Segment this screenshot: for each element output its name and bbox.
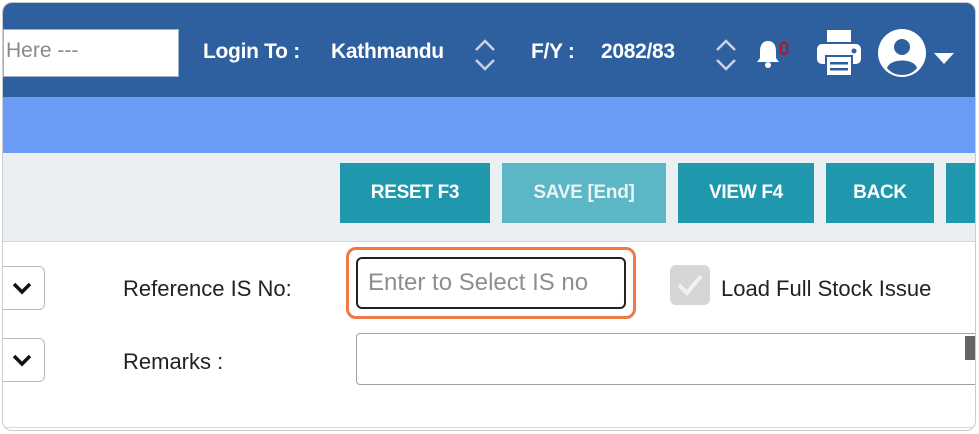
reference-is-label: Reference IS No: (123, 276, 292, 301)
back-button[interactable]: BACK (826, 163, 934, 223)
action-toolbar: RESET F3 SAVE [End] VIEW F4 BACK (3, 153, 975, 241)
top-header: Here --- Login To : Kathmandu F/Y : 2082… (3, 3, 975, 97)
remarks-textarea[interactable] (356, 333, 975, 385)
fy-chevron-updown-icon[interactable] (713, 36, 739, 74)
load-full-stock-label: Load Full Stock Issue (721, 276, 932, 301)
login-label: Login To : (203, 40, 300, 63)
checkmark-icon (677, 274, 703, 296)
remarks-label: Remarks : (123, 349, 224, 374)
accent-bar (3, 97, 975, 153)
fy-value[interactable]: 2082/83 (601, 40, 675, 64)
search-input[interactable]: Here --- (3, 29, 179, 77)
dropdown-toggle-1[interactable] (3, 266, 45, 310)
login-chevron-updown-icon[interactable] (472, 36, 498, 74)
view-button[interactable]: VIEW F4 (678, 163, 814, 223)
dropdown-toggle-2[interactable] (3, 338, 45, 382)
load-full-stock-checkbox[interactable] (670, 265, 710, 305)
toolbar-button-partial[interactable] (946, 163, 975, 223)
caret-down-icon[interactable] (933, 51, 955, 65)
reference-is-input[interactable] (356, 257, 626, 309)
chevron-down-icon (12, 282, 32, 295)
login-branch-value[interactable]: Kathmandu (331, 40, 444, 64)
divider (3, 427, 975, 428)
save-button[interactable]: SAVE [End] (502, 163, 666, 223)
app-window: Here --- Login To : Kathmandu F/Y : 2082… (2, 2, 976, 431)
user-avatar-icon[interactable] (877, 28, 927, 78)
notification-count: 0 (779, 39, 790, 59)
fy-label: F/Y : (531, 40, 575, 63)
remarks-scrollbar[interactable] (965, 336, 975, 360)
chevron-down-icon (12, 354, 32, 367)
reset-button[interactable]: RESET F3 (340, 163, 490, 223)
divider (3, 241, 975, 242)
bell-icon[interactable] (755, 37, 781, 71)
printer-icon[interactable] (815, 28, 863, 78)
